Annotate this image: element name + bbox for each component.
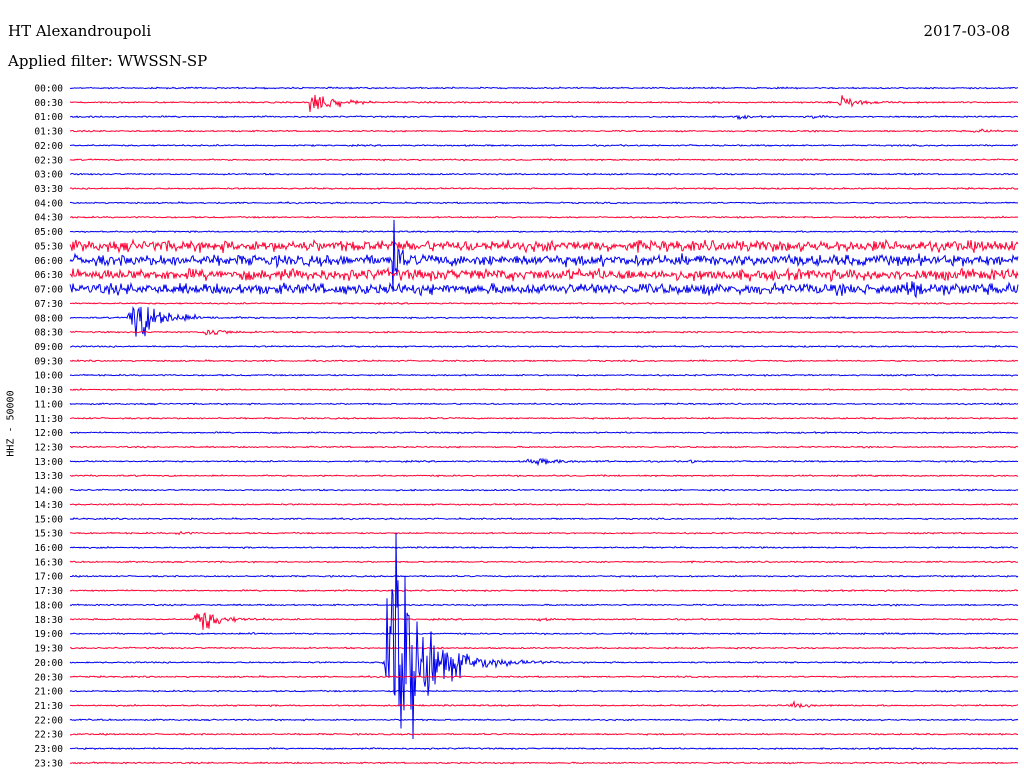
row-time-label: 16:30 bbox=[34, 557, 63, 568]
trace-line bbox=[69, 603, 1019, 607]
trace-line bbox=[69, 533, 1019, 739]
trace-line bbox=[69, 219, 1019, 292]
trace-line bbox=[69, 94, 1019, 112]
row-time-label: 16:00 bbox=[34, 543, 63, 554]
trace-line bbox=[69, 281, 1019, 299]
trace-line bbox=[69, 612, 1019, 630]
row-time-label: 10:30 bbox=[34, 385, 63, 396]
row-time-label: 15:30 bbox=[34, 529, 63, 540]
trace-line bbox=[69, 215, 1019, 219]
trace-line bbox=[69, 574, 1019, 578]
row-time-label: 19:00 bbox=[34, 629, 63, 640]
row-time-label: 14:30 bbox=[34, 500, 63, 511]
row-time-label: 06:30 bbox=[34, 270, 63, 281]
trace-line bbox=[69, 201, 1019, 205]
row-time-label: 01:30 bbox=[34, 127, 63, 138]
row-time-label: 03:00 bbox=[34, 170, 63, 181]
row-time-label: 20:00 bbox=[34, 658, 63, 669]
trace-line bbox=[69, 445, 1019, 449]
trace-line bbox=[69, 699, 1019, 709]
row-time-label: 22:00 bbox=[34, 715, 63, 726]
trace-line bbox=[69, 589, 1019, 593]
trace-line bbox=[69, 761, 1019, 765]
row-time-label: 07:30 bbox=[34, 299, 63, 310]
trace-line bbox=[69, 373, 1019, 377]
row-time-label: 18:00 bbox=[34, 600, 63, 611]
trace-line bbox=[69, 530, 1019, 536]
row-time-label: 10:00 bbox=[34, 371, 63, 382]
trace-line bbox=[69, 172, 1019, 176]
trace-line bbox=[69, 545, 1019, 550]
seismogram-plot: 00:00 00:30 01:00 01:30 02:00 02:30 03:00 03:30… bbox=[34, 84, 1019, 770]
trace-line bbox=[69, 431, 1019, 435]
row-time-label: 19:30 bbox=[34, 644, 63, 655]
trace-line bbox=[69, 416, 1019, 420]
trace-line bbox=[69, 301, 1019, 306]
trace-line bbox=[69, 675, 1019, 679]
trace-line bbox=[69, 747, 1019, 751]
row-time-label: 01:00 bbox=[34, 112, 63, 123]
row-time-label: 09:30 bbox=[34, 356, 63, 367]
row-time-label: 03:30 bbox=[34, 184, 63, 195]
row-time-label: 23:00 bbox=[34, 744, 63, 755]
trace-line bbox=[69, 474, 1019, 478]
row-time-label: 04:30 bbox=[34, 213, 63, 224]
row-time-label: 12:00 bbox=[34, 428, 63, 439]
row-time-label: 00:00 bbox=[34, 84, 63, 95]
row-time-label: 12:30 bbox=[34, 443, 63, 454]
row-time-label: 05:00 bbox=[34, 227, 63, 238]
row-time-label: 13:30 bbox=[34, 471, 63, 482]
trace-line bbox=[69, 344, 1019, 349]
trace-line bbox=[69, 128, 1019, 133]
row-time-label: 22:30 bbox=[34, 730, 63, 741]
trace-line bbox=[70, 329, 1019, 336]
row-time-label: 14:00 bbox=[34, 486, 63, 497]
row-time-label: 18:30 bbox=[34, 615, 63, 626]
row-time-label: 06:00 bbox=[34, 256, 63, 267]
trace-line bbox=[69, 266, 1019, 283]
row-time-label: 11:30 bbox=[34, 414, 63, 425]
row-time-label: 07:00 bbox=[34, 285, 63, 296]
row-time-label: 20:30 bbox=[34, 672, 63, 683]
trace-line bbox=[69, 402, 1019, 406]
trace-line bbox=[69, 186, 1019, 191]
trace-line bbox=[69, 517, 1019, 521]
trace-line bbox=[69, 488, 1019, 492]
row-time-label: 21:00 bbox=[34, 687, 63, 698]
trace-line bbox=[69, 732, 1019, 736]
row-time-label: 02:00 bbox=[34, 141, 63, 152]
trace-line bbox=[69, 230, 1019, 234]
row-time-label: 13:00 bbox=[34, 457, 63, 468]
trace-group bbox=[69, 86, 1019, 765]
trace-line bbox=[69, 457, 1019, 467]
trace-line bbox=[69, 560, 1019, 564]
trace-line bbox=[69, 502, 1019, 507]
trace-line bbox=[69, 158, 1019, 162]
trace-line bbox=[69, 387, 1019, 392]
trace-line bbox=[69, 632, 1019, 636]
row-time-label: 08:00 bbox=[34, 313, 63, 324]
trace-line bbox=[69, 114, 1019, 121]
trace-line bbox=[69, 359, 1019, 363]
row-time-label: 02:30 bbox=[34, 155, 63, 166]
trace-line bbox=[69, 689, 1019, 693]
row-time-label: 11:00 bbox=[34, 399, 63, 410]
trace-line bbox=[69, 646, 1019, 650]
row-time-label: 09:00 bbox=[34, 342, 63, 353]
trace-line bbox=[69, 238, 1019, 254]
row-time-label: 15:00 bbox=[34, 514, 63, 525]
trace-line bbox=[69, 718, 1019, 722]
row-time-label: 00:30 bbox=[34, 98, 63, 109]
row-time-label: 04:00 bbox=[34, 198, 63, 209]
row-time-label: 17:30 bbox=[34, 586, 63, 597]
row-time-label: 17:00 bbox=[34, 572, 63, 583]
row-time-label: 21:30 bbox=[34, 701, 63, 712]
row-label-group: 00:00 00:30 01:00 01:30 02:00 02:30 03:00 03:30… bbox=[34, 84, 63, 770]
trace-line bbox=[69, 143, 1019, 148]
row-time-label: 23:30 bbox=[34, 758, 63, 769]
trace-line bbox=[69, 86, 1019, 90]
row-time-label: 08:30 bbox=[34, 328, 63, 339]
row-time-label: 05:30 bbox=[34, 241, 63, 252]
